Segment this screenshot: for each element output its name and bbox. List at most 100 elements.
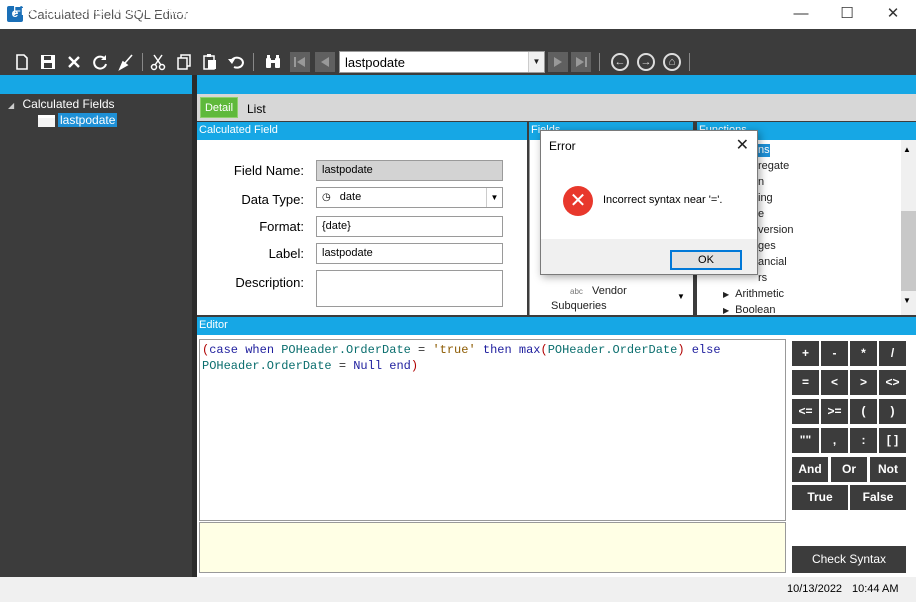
list-item[interactable]: ▶ Arithmetic	[723, 288, 784, 300]
list-item[interactable]: regate	[758, 160, 789, 172]
delete-icon[interactable]	[63, 51, 85, 73]
op-greater-equal-button[interactable]: >=	[821, 399, 848, 424]
op-not-equal-button[interactable]: <>	[879, 370, 906, 395]
chevron-down-icon[interactable]: ▼	[528, 52, 544, 72]
paste-icon[interactable]	[199, 51, 221, 73]
description-input[interactable]	[316, 270, 503, 307]
sql-field: POHeader.OrderDate	[281, 343, 411, 357]
list-item[interactable]: version	[758, 224, 793, 236]
label-input[interactable]: lastpodate	[316, 243, 503, 264]
op-open-paren-button[interactable]: (	[850, 399, 877, 424]
first-record-icon[interactable]	[290, 52, 310, 72]
op-minus-button[interactable]: -	[821, 341, 848, 366]
toolbar-separator	[142, 53, 143, 71]
find-icon[interactable]	[262, 51, 284, 73]
tab-list[interactable]: List	[247, 102, 266, 116]
op-quotes-button[interactable]: ""	[792, 428, 819, 453]
menu-actions[interactable]: Actions	[114, 3, 157, 18]
op-close-paren-button[interactable]: )	[879, 399, 906, 424]
editor-header: Editor	[197, 317, 916, 335]
previous-record-icon[interactable]	[315, 52, 335, 72]
list-item[interactable]: ancial	[758, 256, 787, 268]
list-item[interactable]: n	[758, 176, 764, 188]
close-window-button[interactable]: ✕	[870, 0, 916, 29]
refresh-icon[interactable]	[89, 51, 111, 73]
field-name-label: Field Name:	[233, 163, 304, 178]
op-less-button[interactable]: <	[821, 370, 848, 395]
clean-icon[interactable]	[115, 51, 137, 73]
record-select[interactable]: lastpodate ▼	[339, 51, 545, 73]
list-item[interactable]: e	[758, 208, 764, 220]
op-and-button[interactable]: And	[792, 457, 828, 482]
op-greater-button[interactable]: >	[850, 370, 877, 395]
tab-detail[interactable]: Detail	[200, 97, 238, 118]
right-header-strip	[197, 75, 916, 94]
op-not-button[interactable]: Not	[870, 457, 906, 482]
forward-icon[interactable]: →	[637, 53, 655, 71]
op-false-button[interactable]: False	[850, 485, 906, 510]
scrollbar-thumb[interactable]	[901, 211, 916, 291]
copy-icon[interactable]	[173, 51, 195, 73]
scroll-up-icon[interactable]: ▲	[903, 145, 911, 154]
op-comma-button[interactable]: ,	[821, 428, 848, 453]
menu-file[interactable]: File	[13, 3, 34, 18]
toolbar-separator	[689, 53, 690, 71]
menu-edit[interactable]: Edit	[43, 3, 65, 18]
maximize-button[interactable]: ☐	[824, 0, 870, 29]
list-item[interactable]: Subqueries	[551, 300, 607, 312]
list-item[interactable]: ns	[758, 144, 770, 156]
save-icon[interactable]	[37, 51, 59, 73]
op-brackets-button[interactable]: [ ]	[879, 428, 906, 453]
op-or-button[interactable]: Or	[831, 457, 867, 482]
sql-token: (	[540, 343, 548, 357]
last-record-icon[interactable]	[571, 52, 591, 72]
toolbar-separator	[599, 53, 600, 71]
op-colon-button[interactable]: :	[850, 428, 877, 453]
clipped-row: ▶ Boolean	[697, 304, 899, 315]
op-multiply-button[interactable]: *	[850, 341, 877, 366]
data-type-select[interactable]: ◷ date ▼	[316, 187, 503, 208]
undo-icon[interactable]	[225, 51, 247, 73]
chevron-down-icon[interactable]: ▼	[486, 188, 502, 207]
scroll-down-icon[interactable]: ▼	[903, 296, 911, 305]
format-input[interactable]: {date}	[316, 216, 503, 237]
sql-editor[interactable]: (case when POHeader.OrderDate = 'true' t…	[199, 339, 786, 521]
back-icon[interactable]: ←	[611, 53, 629, 71]
list-item[interactable]: ing	[758, 192, 773, 204]
home-icon[interactable]: ⌂	[663, 53, 681, 71]
field-name-input[interactable]: lastpodate	[316, 160, 503, 181]
data-type-value: date	[339, 191, 362, 203]
expand-arrow-icon[interactable]: ▶	[723, 290, 729, 299]
sql-field: POHeader.OrderDate	[547, 343, 678, 357]
menu-tools[interactable]: Tools	[74, 3, 104, 18]
list-item[interactable]: ▶ Boolean	[723, 304, 776, 315]
sql-token: )	[677, 343, 685, 357]
sql-keyword: else	[684, 343, 721, 357]
menu-help[interactable]: Help	[164, 3, 191, 18]
op-less-equal-button[interactable]: <=	[792, 399, 819, 424]
expand-arrow-icon[interactable]: ▶	[723, 306, 729, 315]
tab-bar	[197, 94, 916, 121]
tree-item-lastpodate[interactable]: lastpodate	[38, 113, 118, 127]
check-syntax-button[interactable]: Check Syntax	[792, 546, 906, 573]
label-label: Label:	[268, 246, 304, 261]
list-item[interactable]: abc Vendor	[570, 285, 627, 297]
dialog-message: Incorrect syntax near '='.	[603, 194, 723, 206]
tree-root-item[interactable]: ◢ Calculated Fields	[8, 97, 115, 111]
dialog-footer: OK	[541, 239, 757, 274]
op-divide-button[interactable]: /	[879, 341, 906, 366]
op-true-button[interactable]: True	[792, 485, 848, 510]
list-item[interactable]: rs	[758, 272, 767, 284]
ok-button[interactable]: OK	[670, 250, 742, 270]
cut-icon[interactable]	[147, 51, 169, 73]
expand-arrow-icon[interactable]: ◢	[8, 101, 14, 110]
list-item[interactable]: ges	[758, 240, 776, 252]
tree-panel	[0, 94, 192, 577]
minimize-button[interactable]: —	[778, 0, 824, 29]
op-plus-button[interactable]: +	[792, 341, 819, 366]
next-record-icon[interactable]	[548, 52, 568, 72]
new-icon[interactable]	[11, 51, 33, 73]
close-icon[interactable]: ✕	[736, 135, 749, 155]
op-equals-button[interactable]: =	[792, 370, 819, 395]
scroll-down-icon[interactable]: ▼	[677, 292, 685, 301]
